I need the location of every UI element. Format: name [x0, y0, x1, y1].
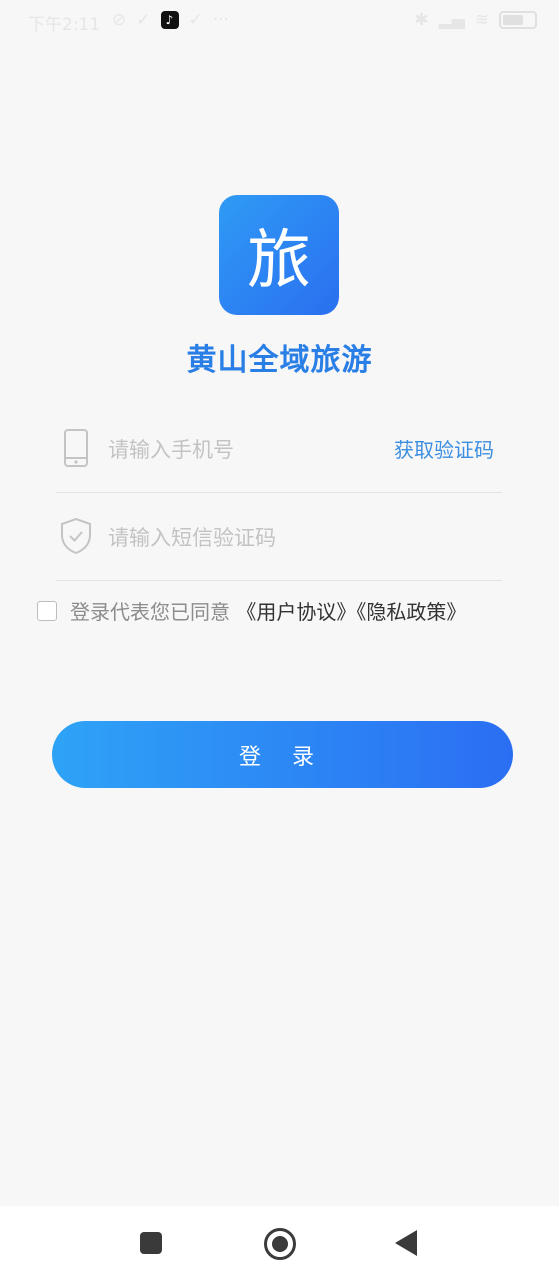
phone-icon [64, 429, 88, 467]
sms-code-input[interactable]: 请输入短信验证码 [108, 522, 276, 552]
status-right-icons: ✱ ▂▄ ≋ [414, 10, 537, 30]
login-button[interactable]: 登 录 [52, 721, 513, 788]
phone-input[interactable]: 请输入手机号 [108, 434, 234, 464]
status-left-icons: ⊘ ✓ ♪ ✓ ··· [112, 10, 229, 30]
status-time: 下午2:11 [28, 15, 101, 35]
navigation-bar [0, 1206, 559, 1280]
shield-check-icon [61, 517, 91, 555]
get-code-button[interactable]: 获取验证码 [394, 434, 494, 463]
sync-off-icon: ⊘ [112, 10, 127, 30]
logo-glyph: 旅 [247, 224, 311, 298]
more-dots: ··· [212, 10, 229, 30]
privacy-policy-link[interactable]: 《隐私政策》 [356, 600, 466, 624]
user-agreement-link[interactable]: 《用户协议》 [236, 600, 356, 624]
battery-icon [499, 11, 537, 29]
agreement-text: 登录代表您已同意 《用户协议》《隐私政策》 [70, 596, 466, 625]
app-title: 黄山全域旅游 [186, 343, 373, 378]
signal-icon: ▂▄ [438, 10, 465, 30]
agreement-row: 登录代表您已同意 《用户协议》《隐私政策》 [37, 596, 547, 626]
wifi-icon: ≋ [474, 10, 489, 30]
check-icon: ✓ [136, 10, 151, 30]
agreement-prefix: 登录代表您已同意 [70, 600, 230, 624]
bluetooth-icon: ✱ [414, 10, 429, 30]
app-logo: 旅 [219, 195, 339, 315]
recent-apps-icon[interactable] [140, 1232, 162, 1254]
agreement-checkbox[interactable] [37, 601, 57, 621]
check-icon: ✓ [188, 10, 203, 30]
tiktok-icon: ♪ [160, 11, 179, 29]
code-field[interactable]: 请输入短信验证码 [56, 492, 502, 581]
back-icon[interactable] [395, 1230, 417, 1256]
home-icon[interactable] [264, 1228, 296, 1260]
status-bar: 下午2:11 ⊘ ✓ ♪ ✓ ··· ✱ ▂▄ ≋ [0, 0, 559, 42]
phone-field[interactable]: 请输入手机号 获取验证码 [56, 404, 502, 493]
